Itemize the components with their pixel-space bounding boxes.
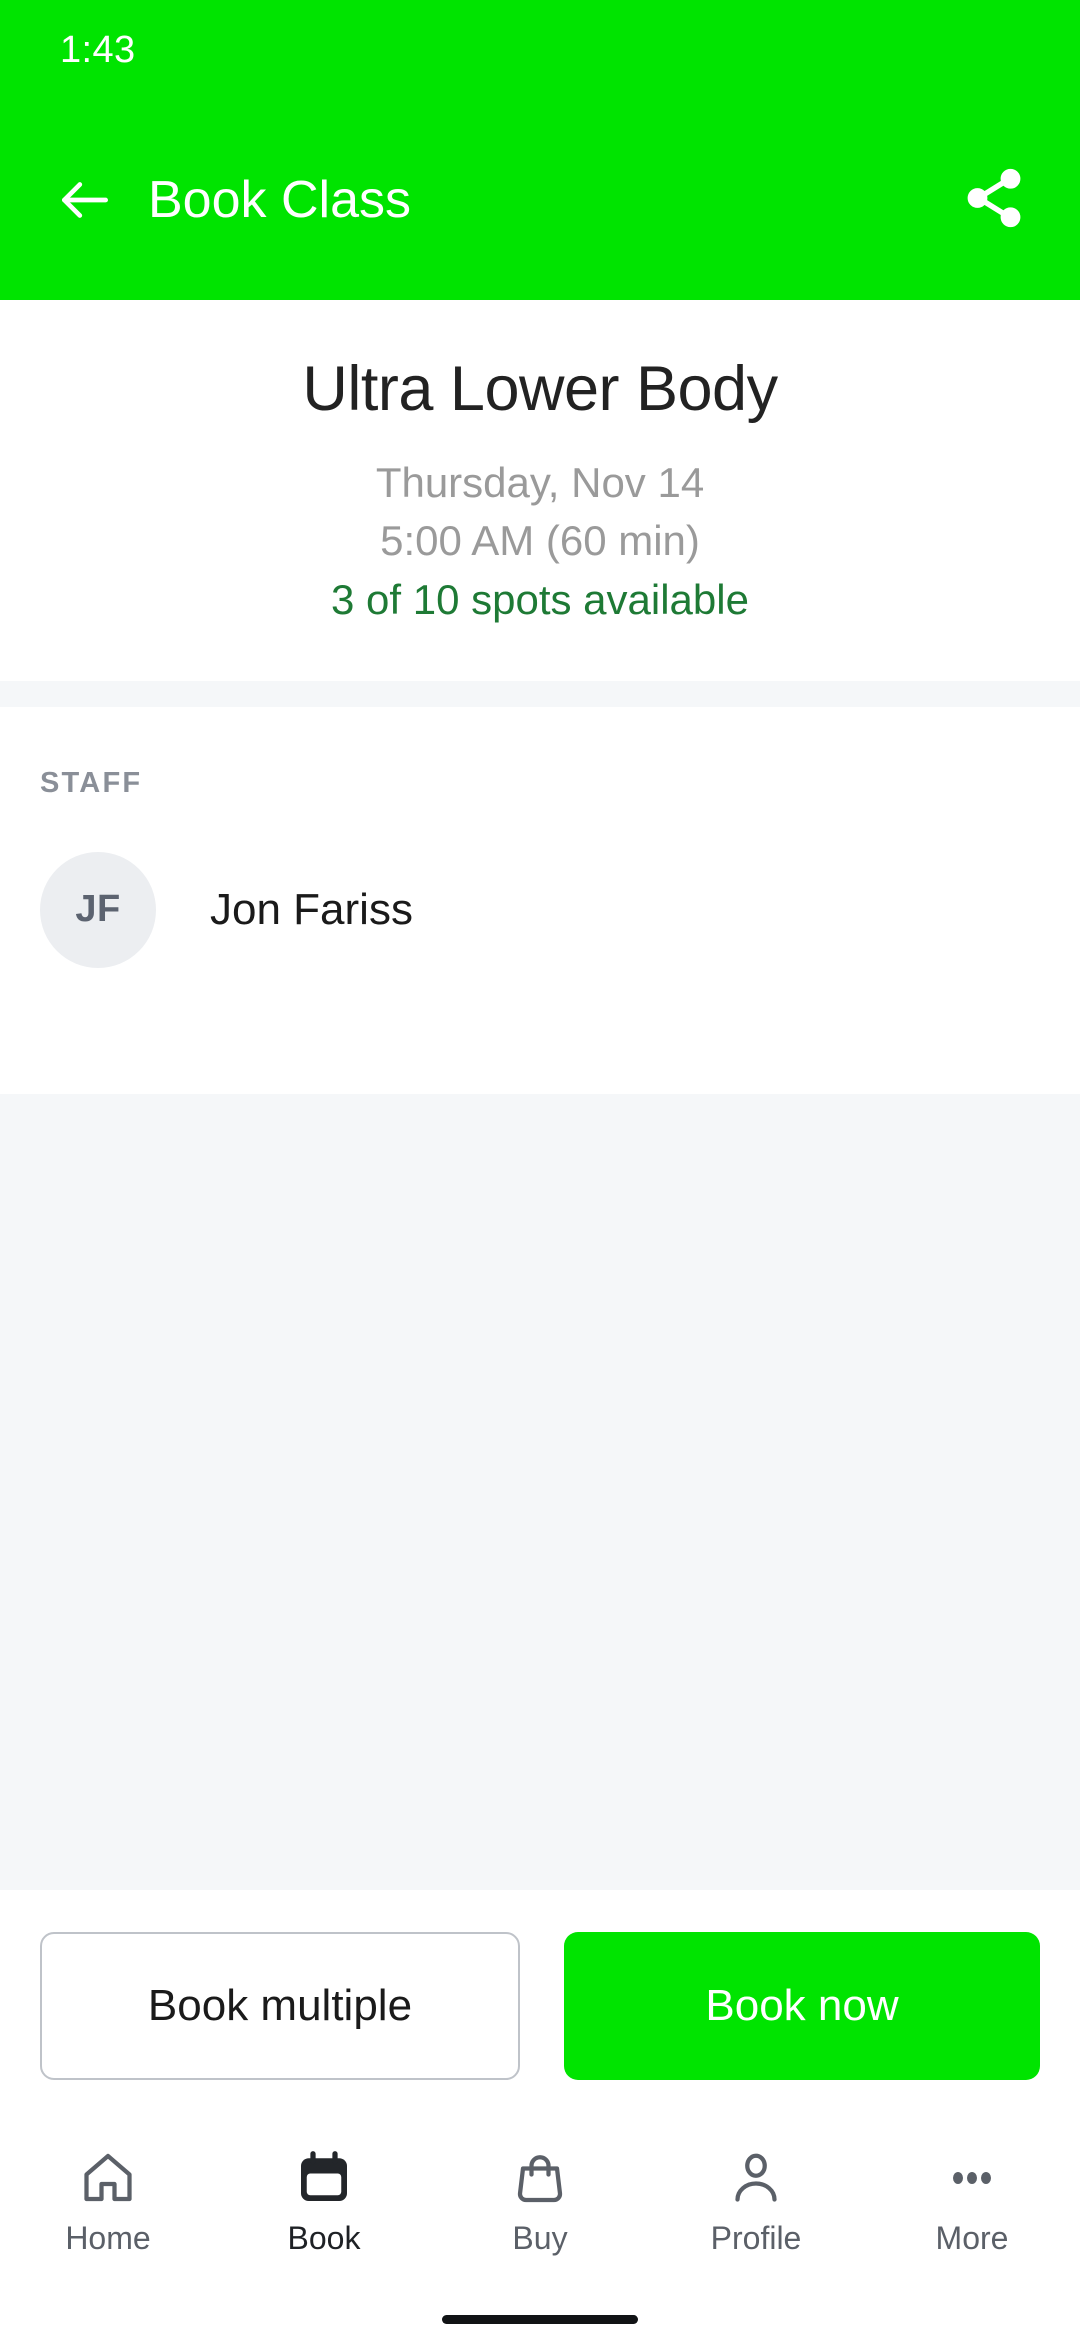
staff-section: STAFF JF Jon Fariss (0, 706, 1080, 1094)
app-bar: Book Class (0, 100, 1080, 300)
bottom-navigation: Home Book Buy Profile More (0, 2120, 1080, 2298)
class-summary: Ultra Lower Body Thursday, Nov 14 5:00 A… (0, 300, 1080, 681)
nav-item-more[interactable]: More (864, 2136, 1080, 2254)
app-bar-title: Book Class (148, 171, 411, 229)
section-divider-top (0, 680, 1080, 707)
nav-label-profile: Profile (710, 2220, 802, 2256)
share-button[interactable] (954, 160, 1034, 240)
action-bar: Book multiple Book now (0, 1890, 1080, 2120)
class-date: Thursday, Nov 14 (375, 459, 705, 507)
book-now-button[interactable]: Book now (564, 1932, 1040, 2080)
status-bar: 1:43 (0, 0, 1080, 100)
nav-item-book[interactable]: Book (216, 2136, 432, 2254)
nav-label-book: Book (287, 2220, 361, 2256)
home-indicator[interactable] (442, 2314, 638, 2324)
app-screen: 1:43 Book Class Ultra Lower Body Thursda… (0, 0, 1080, 2340)
status-bar-clock: 1:43 (60, 29, 136, 71)
nav-item-home[interactable]: Home (0, 2136, 216, 2254)
arrow-left-icon (54, 169, 116, 231)
calendar-icon (294, 2142, 354, 2214)
class-spots-available: 3 of 10 spots available (331, 576, 749, 624)
share-icon (961, 165, 1027, 236)
back-button[interactable] (46, 161, 124, 239)
ellipsis-icon (942, 2142, 1002, 2214)
staff-name: Jon Fariss (210, 884, 413, 934)
shopping-bag-icon (510, 2142, 570, 2214)
home-icon (78, 2142, 138, 2214)
nav-label-buy: Buy (512, 2220, 568, 2256)
nav-label-more: More (935, 2220, 1009, 2256)
avatar: JF (40, 851, 156, 968)
home-indicator-area (0, 2298, 1080, 2340)
class-time: 5:00 AM (60 min) (380, 516, 700, 564)
class-title: Ultra Lower Body (302, 354, 778, 424)
person-icon (726, 2142, 786, 2214)
avatar-initials: JF (75, 888, 121, 931)
nav-label-home: Home (65, 2220, 151, 2256)
nav-item-buy[interactable]: Buy (432, 2136, 648, 2254)
content-empty-area (0, 1093, 1080, 1890)
book-multiple-button[interactable]: Book multiple (40, 1932, 520, 2080)
nav-item-profile[interactable]: Profile (648, 2136, 864, 2254)
staff-list-item[interactable]: JF Jon Fariss (40, 851, 1040, 968)
staff-section-label: STAFF (40, 766, 143, 799)
